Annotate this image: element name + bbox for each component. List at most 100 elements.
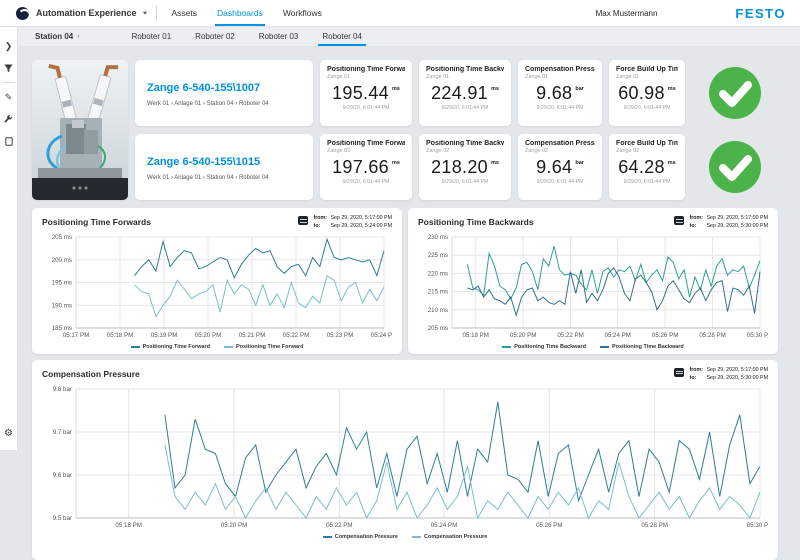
- svg-text:05:20 PM: 05:20 PM: [221, 522, 247, 529]
- range-from-value: Sep 29, 2020, 5:17:00 PM: [330, 215, 392, 221]
- range-to-label: to:: [689, 223, 706, 231]
- wrench-icon[interactable]: [0, 108, 18, 130]
- expand-sidebar-icon[interactable]: ❯: [0, 35, 18, 57]
- date-range-picker[interactable]: from:Sep 29, 2020, 5:17:00 PM to:Sep 29,…: [298, 215, 392, 231]
- chevron-down-icon[interactable]: ▼: [142, 11, 149, 16]
- date-range-picker[interactable]: from:Sep 29, 2020, 5:17:00 PM to:Sep 29,…: [674, 215, 768, 231]
- breadcrumb: Werk 01 › Anlage 01 › Station 04 › Robot…: [147, 175, 301, 181]
- kpi-positioning-backward-2[interactable]: Positioning Time Backward Zange 02 218.2…: [419, 134, 511, 200]
- date-range-picker[interactable]: from:Sep 29, 2020, 5:17:00 PM to:Sep 29,…: [674, 367, 768, 383]
- app-logo-icon[interactable]: [16, 7, 29, 20]
- svg-text:230 ms: 230 ms: [428, 234, 448, 241]
- kpi-timestamp: 9/29/20, 6:01:44 PM: [327, 105, 405, 111]
- main-content: Zange 6-540-155\1007 Werk 01 › Anlage 01…: [18, 47, 800, 450]
- kpi-value: 197.66: [332, 158, 389, 176]
- kpi-positioning-forward-2[interactable]: Positioning Time Forward Zange 02 197.66…: [320, 134, 412, 200]
- asset-card-1007[interactable]: Zange 6-540-155\1007 Werk 01 › Anlage 01…: [135, 60, 313, 126]
- tab-roboter-04[interactable]: Roboter 04: [322, 27, 362, 46]
- kpi-positioning-backward-1[interactable]: Positioning Time Backward Zange 01 224.9…: [419, 60, 511, 126]
- svg-text:05:28 PM: 05:28 PM: [641, 522, 667, 529]
- pencil-icon[interactable]: ✎: [0, 86, 18, 108]
- settings-gear-icon[interactable]: ⚙: [0, 422, 18, 444]
- calendar-icon: [674, 368, 684, 377]
- nav-tab-dashboards[interactable]: Dashboards: [217, 0, 263, 26]
- kpi-subtitle: Zange 01: [525, 74, 595, 80]
- svg-text:05:19 PM: 05:19 PM: [151, 332, 177, 339]
- kpi-force-buildup-1[interactable]: Force Build Up Time Zange 01 60.98ms 9/2…: [609, 60, 685, 126]
- svg-text:05:26 PM: 05:26 PM: [652, 332, 678, 339]
- kpi-value: 218.20: [431, 158, 488, 176]
- svg-text:05:22 PM: 05:22 PM: [326, 522, 352, 529]
- asset-overview-section: Zange 6-540-155\1007 Werk 01 › Anlage 01…: [32, 60, 778, 200]
- svg-text:200 ms: 200 ms: [52, 257, 72, 264]
- legend-item: Positioning Time Forward: [131, 344, 210, 350]
- kpi-label: Force Build Up Time: [616, 66, 678, 73]
- kpi-label: Positioning Time Forward: [327, 140, 405, 147]
- calendar-icon: [674, 216, 684, 225]
- nav-tab-assets[interactable]: Assets: [171, 0, 197, 26]
- kpi-value: 9.64: [536, 158, 572, 176]
- kpi-positioning-forward-1[interactable]: Positioning Time Forward Zange 01 195.44…: [320, 60, 412, 126]
- tab-roboter-03[interactable]: Roboter 03: [259, 27, 299, 46]
- station-label: Station 04: [35, 32, 73, 41]
- svg-text:05:20 PM: 05:20 PM: [510, 332, 536, 339]
- chart-legend: Positioning Time ForwardPositioning Time…: [42, 344, 392, 350]
- line-chart-compensation-pressure[interactable]: 9.5 bar9.6 bar9.7 bar9.8 bar05:18 PM05:2…: [42, 383, 768, 533]
- line-chart-positioning-forwards[interactable]: 185 ms190 ms195 ms200 ms205 ms05:17 PM05…: [42, 231, 392, 343]
- kpi-unit: bar: [575, 86, 584, 92]
- kpi-timestamp: 9/29/20, 6:01:44 PM: [525, 105, 595, 111]
- asset-photo[interactable]: [32, 60, 128, 200]
- roboter-tabs: Roboter 01 Roboter 02 Roboter 03 Roboter…: [132, 27, 362, 46]
- asset-card-1015[interactable]: Zange 6-540-155\1015 Werk 01 › Anlage 01…: [135, 134, 313, 200]
- chart-card-positioning-forwards: Positioning Time Forwards from:Sep 29, 2…: [32, 208, 402, 354]
- chart-title: Positioning Time Forwards: [42, 217, 151, 227]
- svg-text:9.6 bar: 9.6 bar: [53, 472, 72, 479]
- sidebar-divider: [3, 82, 15, 83]
- kpi-label: Positioning Time Backward: [426, 140, 504, 147]
- kpi-subtitle: Zange 01: [426, 74, 504, 80]
- svg-text:05:23 PM: 05:23 PM: [327, 332, 353, 339]
- kpi-unit: ms: [668, 86, 676, 92]
- svg-text:05:22 PM: 05:22 PM: [283, 332, 309, 339]
- svg-text:05:24 PM: 05:24 PM: [371, 332, 392, 339]
- kpi-timestamp: 9/29/20, 6:01:44 PM: [327, 179, 405, 185]
- range-from-label: from:: [689, 367, 706, 375]
- calendar-icon: [298, 216, 308, 225]
- user-name[interactable]: Max Mustermann: [596, 9, 658, 18]
- kpi-compensation-pressure-1[interactable]: Compensation Pressure Zange 01 9.68bar 9…: [518, 60, 602, 126]
- welding-gun-image: [32, 60, 128, 200]
- svg-text:210 ms: 210 ms: [428, 307, 448, 314]
- kpi-unit: ms: [392, 160, 400, 166]
- kpi-label: Compensation Pressure: [525, 140, 595, 147]
- kpi-subtitle: Zange 02: [327, 148, 405, 154]
- kpi-unit: ms: [491, 160, 499, 166]
- kpi-timestamp: 9/29/20, 6:01:44 PM: [616, 105, 678, 111]
- station-selector[interactable]: Station 04 ›: [35, 32, 80, 41]
- kpi-subtitle: Zange 02: [525, 148, 595, 154]
- legend-item: Positioning Time Backward: [502, 344, 586, 350]
- svg-text:05:30 PM: 05:30 PM: [747, 522, 768, 529]
- kpi-label: Positioning Time Backward: [426, 66, 504, 73]
- kpi-force-buildup-2[interactable]: Force Build Up Time Zange 02 64.28ms 9/2…: [609, 134, 685, 200]
- svg-text:9.5 bar: 9.5 bar: [53, 515, 72, 522]
- svg-text:215 ms: 215 ms: [428, 288, 448, 295]
- kpi-compensation-pressure-2[interactable]: Compensation Pressure Zange 02 9.64bar 9…: [518, 134, 602, 200]
- kpi-subtitle: Zange 02: [426, 148, 504, 154]
- svg-text:05:18 PM: 05:18 PM: [107, 332, 133, 339]
- tablet-icon[interactable]: [0, 130, 18, 152]
- filter-icon[interactable]: [0, 57, 18, 79]
- chart-title: Compensation Pressure: [42, 369, 140, 379]
- range-to-value: Sep 29, 2020, 5:24:00 PM: [330, 223, 392, 229]
- chart-card-compensation-pressure: Compensation Pressure from:Sep 29, 2020,…: [32, 360, 778, 560]
- tab-roboter-02[interactable]: Roboter 02: [195, 27, 235, 46]
- svg-text:05:22 PM: 05:22 PM: [557, 332, 583, 339]
- svg-text:220 ms: 220 ms: [428, 270, 448, 277]
- tab-roboter-01[interactable]: Roboter 01: [132, 27, 172, 46]
- asset-title: Zange 6-540-155\1007: [147, 82, 301, 94]
- check-circle-icon: [707, 139, 763, 195]
- range-from-label: from:: [313, 215, 330, 223]
- nav-tab-workflows[interactable]: Workflows: [283, 0, 322, 26]
- svg-text:05:21 PM: 05:21 PM: [239, 332, 265, 339]
- line-chart-positioning-backwards[interactable]: 205 ms210 ms215 ms220 ms225 ms230 ms05:1…: [418, 231, 768, 343]
- range-from-value: Sep 29, 2020, 5:17:00 PM: [706, 367, 768, 373]
